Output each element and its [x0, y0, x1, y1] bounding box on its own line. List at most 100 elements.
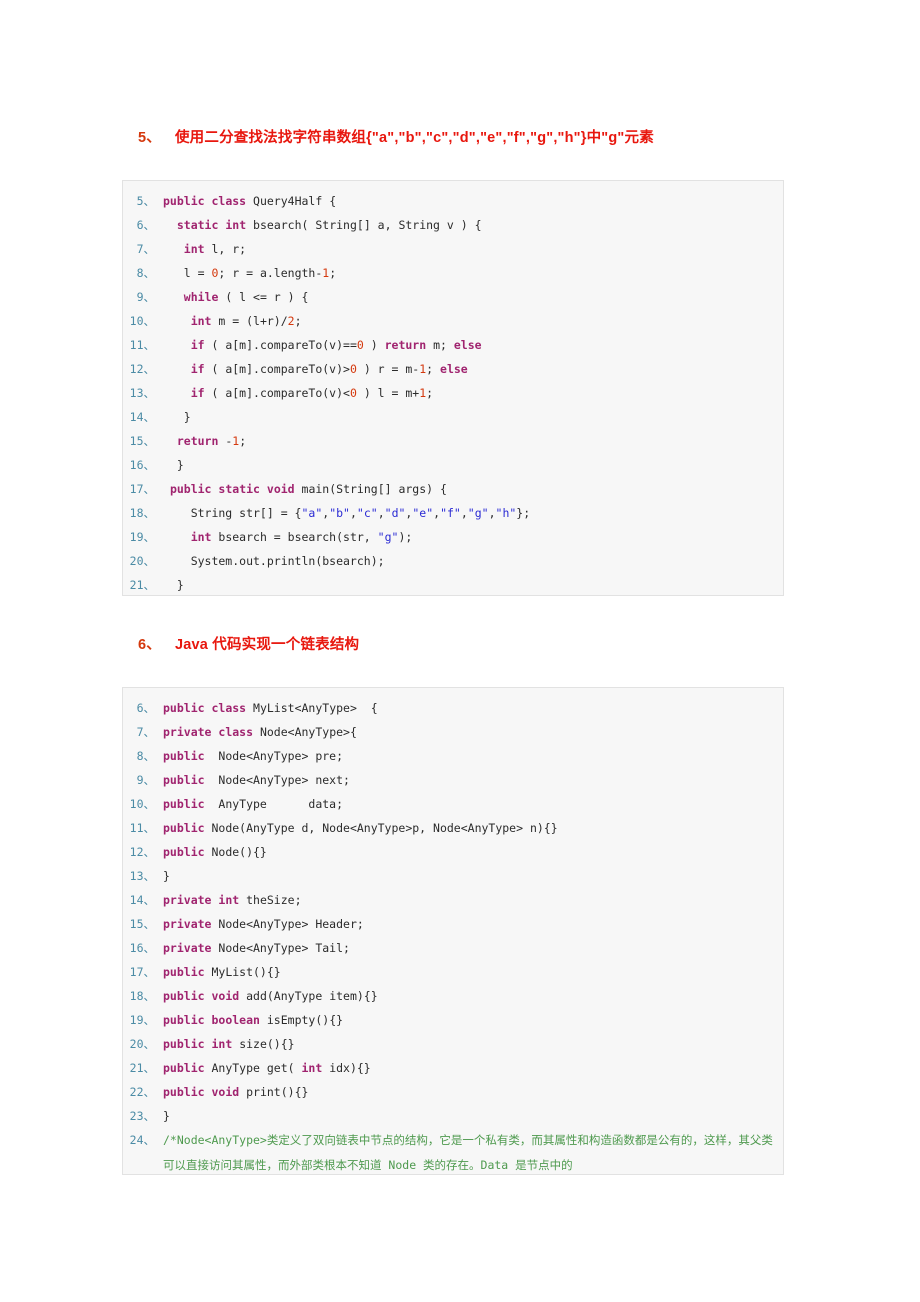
code-line: 17、 public static void main(String[] arg…	[123, 477, 783, 501]
code-token: public	[163, 1085, 205, 1099]
code-token: 0	[356, 338, 364, 352]
line-number: 18、	[129, 506, 155, 520]
code-token: while	[183, 290, 219, 304]
code-token: 2	[287, 314, 295, 328]
code-line-source: if ( a[m].compareTo(v)>0 ) r = m-1; else	[163, 357, 783, 381]
line-number: 15、	[129, 434, 155, 448]
code-line: 12、 public Node(){}	[123, 840, 783, 864]
line-number: 16、	[129, 458, 155, 472]
code-token: bsearch = bsearch(str,	[211, 530, 378, 544]
line-number: 9、	[136, 290, 155, 304]
code-token: Node(AnyType d, Node<AnyType>p, Node<Any…	[204, 821, 558, 835]
code-line-source: public class Query4Half {	[163, 189, 783, 213]
code-token: ,	[349, 506, 357, 520]
code-line-source: private Node<AnyType> Tail;	[163, 936, 783, 960]
line-number: 17、	[129, 482, 155, 496]
code-token: class	[211, 194, 247, 208]
code-token: ( l <= r ) {	[218, 290, 309, 304]
code-token: idx){}	[322, 1061, 371, 1075]
code-line-source: if ( a[m].compareTo(v)<0 ) l = m+1;	[163, 381, 783, 405]
code-line: 8、 l = 0; r = a.length-1;	[123, 261, 783, 285]
code-line: 10、 int m = (l+r)/2;	[123, 309, 783, 333]
code-line: 22、 public void print(){}	[123, 1080, 783, 1104]
code-token: l =	[163, 266, 212, 280]
code-token: "a"	[301, 506, 323, 520]
code-token: private	[163, 893, 212, 907]
document-page: 5、 使用二分查找法找字符串数组{"a","b","c","d","e","f"…	[0, 0, 920, 1302]
code-block-binary-search[interactable]: 5、 public class Query4Half {6、 static int…	[122, 180, 784, 596]
code-line-source: public AnyType data;	[163, 792, 783, 816]
code-token: AnyType get(	[204, 1061, 302, 1075]
line-number: 18、	[129, 989, 155, 1003]
line-number: 19、	[129, 530, 155, 544]
code-line-source: String str[] = {"a","b","c","d","e","f",…	[163, 501, 783, 525]
code-token: MyList<AnyType> {	[246, 701, 378, 715]
code-token: public	[163, 773, 205, 787]
code-line: 14、 private int theSize;	[123, 888, 783, 912]
code-token: }	[163, 410, 191, 424]
line-number: 14、	[129, 893, 155, 907]
code-line: 9、 public Node<AnyType> next;	[123, 768, 783, 792]
code-line-source: private Node<AnyType> Header;	[163, 912, 783, 936]
code-line: 15、 private Node<AnyType> Header;	[123, 912, 783, 936]
code-line-source: }	[163, 864, 783, 888]
code-token: print(){}	[239, 1085, 309, 1099]
code-token: public	[163, 965, 205, 979]
line-number: 19、	[129, 1013, 155, 1027]
code-token: MyList(){}	[204, 965, 281, 979]
code-line: 15、 return -1;	[123, 429, 783, 453]
code-token: Node<AnyType> pre;	[204, 749, 344, 763]
section-number: 5、	[138, 130, 161, 146]
line-number: 16、	[129, 941, 155, 955]
code-line-source: public void print(){}	[163, 1080, 783, 1104]
line-number: 17、	[129, 965, 155, 979]
code-token: ;	[426, 386, 434, 400]
code-token: public	[163, 701, 205, 715]
code-line: 11、 if ( a[m].compareTo(v)==0 ) return m…	[123, 333, 783, 357]
code-line: 7、 private class Node<AnyType>{	[123, 720, 783, 744]
code-token: main(String[] args) {	[294, 482, 447, 496]
code-token: class	[211, 701, 247, 715]
code-line: 8、 public Node<AnyType> pre;	[123, 744, 783, 768]
code-line: 10、 public AnyType data;	[123, 792, 783, 816]
code-token: public	[163, 989, 205, 1003]
code-line-source: public static void main(String[] args) {	[163, 477, 783, 501]
code-line-source: System.out.println(bsearch);	[163, 549, 783, 573]
line-number: 15、	[129, 917, 155, 931]
code-token: /*Node<AnyType>类定义了双向链表中节点的结构，它是一个私有类，而其…	[163, 1133, 773, 1172]
code-token: -	[218, 434, 233, 448]
code-token: ;	[329, 266, 337, 280]
line-number: 11、	[129, 338, 155, 352]
code-token: System.out.println(bsearch);	[163, 554, 385, 568]
code-block-linked-list[interactable]: 6、 public class MyList<AnyType> {7、 privat…	[122, 687, 784, 1175]
code-token: }	[163, 458, 184, 472]
line-number: 12、	[129, 845, 155, 859]
code-token: static	[218, 482, 260, 496]
code-token: void	[266, 482, 295, 496]
code-line-source: int bsearch = bsearch(str, "g");	[163, 525, 783, 549]
code-token: String str[] = {	[163, 506, 302, 520]
code-line: 20、 public int size(){}	[123, 1032, 783, 1056]
code-token: };	[516, 506, 531, 520]
code-token: boolean	[211, 1013, 260, 1027]
code-token: return	[384, 338, 427, 352]
line-number: 13、	[129, 869, 155, 883]
code-token: int	[190, 314, 212, 328]
code-token: l, r;	[204, 242, 247, 256]
code-token: "f"	[440, 506, 461, 520]
line-number: 7、	[136, 725, 155, 739]
code-token: else	[453, 338, 482, 352]
code-token: static	[176, 218, 219, 232]
code-token: public	[163, 749, 205, 763]
code-token: int	[211, 1037, 233, 1051]
code-line: 13、}	[123, 864, 783, 888]
code-token: public	[163, 1037, 205, 1051]
code-line-source: /*Node<AnyType>类定义了双向链表中节点的结构，它是一个私有类，而其…	[163, 1128, 783, 1174]
code-token: else	[440, 362, 468, 376]
code-line: 16、 private Node<AnyType> Tail;	[123, 936, 783, 960]
line-number: 10、	[129, 314, 155, 328]
